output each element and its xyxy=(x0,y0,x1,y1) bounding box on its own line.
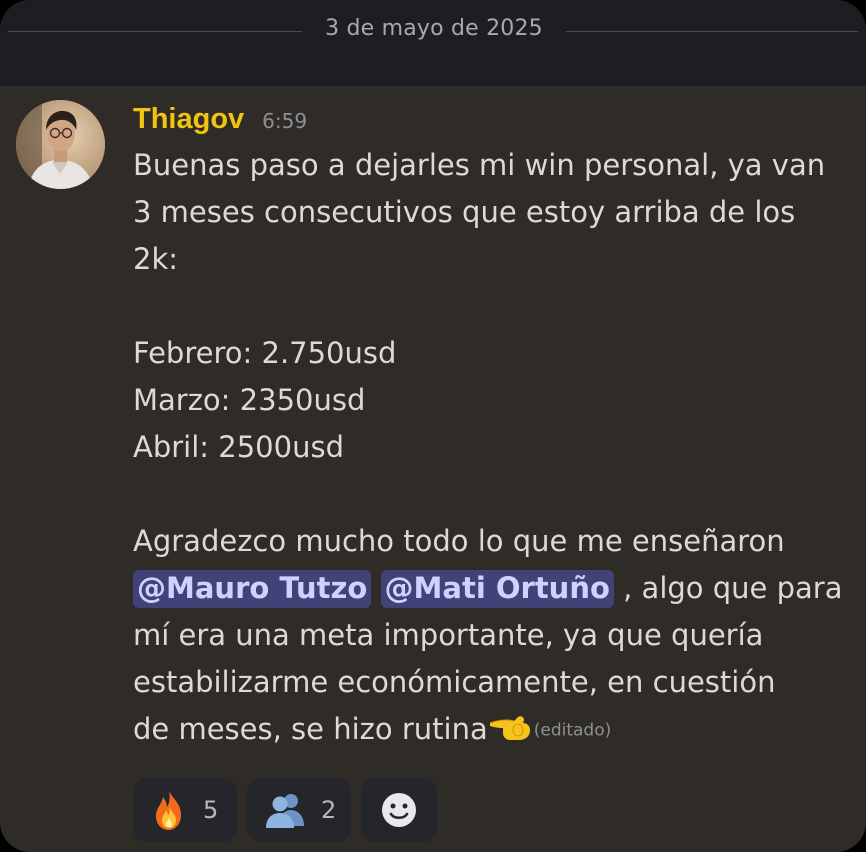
divider-line-right xyxy=(566,31,858,32)
avatar[interactable] xyxy=(16,100,105,189)
message-body: Buenas paso a dejarles mi win personal, … xyxy=(133,142,853,753)
date-divider-label: 3 de mayo de 2025 xyxy=(325,16,543,41)
message-line-last: de meses, se hizo rutina (editado) xyxy=(133,706,853,753)
message-header: Thiagov 6:59 xyxy=(133,96,853,142)
message-text: de meses, se hizo rutina xyxy=(133,712,488,746)
fire-icon xyxy=(156,790,181,830)
reactions-bar: 5 2 xyxy=(133,778,437,842)
avatar-image xyxy=(16,100,105,189)
message-line: Febrero: 2.750usd xyxy=(133,336,397,370)
username[interactable]: Thiagov xyxy=(133,103,244,136)
mention-mauro[interactable]: @Mauro Tutzo xyxy=(133,570,372,608)
message-line: 2k: xyxy=(133,242,179,276)
timestamp: 6:59 xyxy=(262,108,308,133)
add-reaction-icon xyxy=(382,793,416,827)
chat-frame: 3 de mayo de 2025 Thiagov 6:59 Buenas pa… xyxy=(0,0,866,852)
message[interactable]: Thiagov 6:59 Buenas paso a dejarles mi w… xyxy=(133,96,853,753)
reaction-count: 5 xyxy=(203,796,219,824)
reaction-people[interactable]: 2 xyxy=(247,778,351,842)
date-divider: 3 de mayo de 2025 xyxy=(0,0,866,86)
message-line: Marzo: 2350usd xyxy=(133,383,366,417)
message-line: 3 meses consecutivos que estoy arriba de… xyxy=(133,195,796,229)
edited-tag: (editado) xyxy=(533,720,612,741)
mention-mati[interactable]: @Mati Ortuño xyxy=(380,570,614,608)
pointing-hand-icon xyxy=(489,716,530,740)
reaction-fire[interactable]: 5 xyxy=(133,778,237,842)
message-line: mí era una meta importante, ya que querí… xyxy=(133,618,764,652)
reaction-count: 2 xyxy=(321,796,337,824)
message-line: estabilizarme económicamente, en cuestió… xyxy=(133,665,776,699)
message-text: , algo que para xyxy=(623,571,843,605)
add-reaction-button[interactable] xyxy=(361,778,437,842)
message-line: Buenas paso a dejarles mi win personal, … xyxy=(133,148,826,182)
message-line: Agradezco mucho todo lo que me enseñaron xyxy=(133,524,785,558)
people-icon xyxy=(266,794,304,828)
divider-line-left xyxy=(8,31,302,32)
message-line-mentions: @Mauro Tutzo @Mati Ortuño , algo que par… xyxy=(133,565,853,612)
message-line: Abril: 2500usd xyxy=(133,430,344,464)
